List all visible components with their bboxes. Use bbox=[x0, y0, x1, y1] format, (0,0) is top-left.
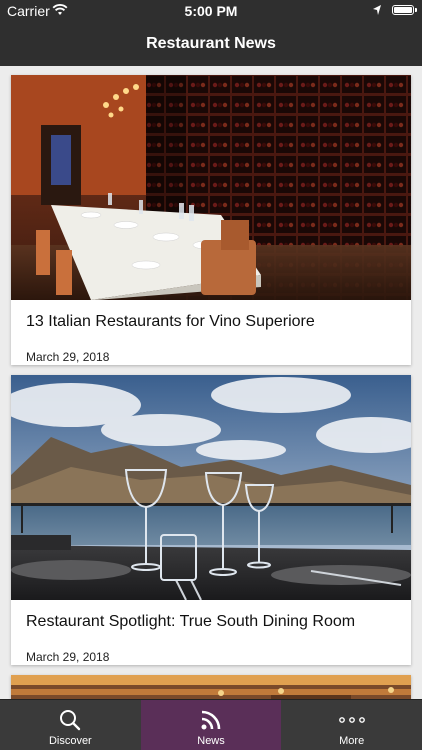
tab-news[interactable]: News bbox=[140, 700, 282, 750]
article-photo bbox=[11, 675, 411, 699]
more-dots-icon bbox=[337, 708, 367, 737]
tab-label: More bbox=[339, 735, 365, 747]
page-title: Restaurant News bbox=[146, 35, 276, 52]
article-photo bbox=[11, 375, 411, 600]
news-feed[interactable]: 13 Italian Restaurants for Vino Superior… bbox=[0, 66, 422, 699]
article-card[interactable]: 13 Italian Restaurants for Vino Superior… bbox=[11, 75, 411, 365]
battery-icon bbox=[392, 5, 417, 15]
tab-bar: Discover News More bbox=[0, 699, 422, 750]
rss-icon bbox=[199, 708, 223, 737]
search-icon bbox=[58, 708, 82, 737]
tab-discover[interactable]: Discover bbox=[0, 700, 141, 750]
location-arrow-icon bbox=[372, 3, 382, 19]
article-title[interactable]: 13 Italian Restaurants for Vino Superior… bbox=[26, 313, 401, 331]
navigation-bar: Restaurant News bbox=[0, 22, 422, 66]
tab-more[interactable]: More bbox=[281, 700, 422, 750]
article-date: March 29, 2018 bbox=[26, 350, 110, 364]
tab-label: Discover bbox=[48, 735, 92, 747]
article-card[interactable]: Restaurant Spotlight: True South Dining … bbox=[11, 375, 411, 665]
article-title[interactable]: Restaurant Spotlight: True South Dining … bbox=[26, 613, 401, 631]
article-card[interactable] bbox=[11, 675, 411, 699]
status-bar: Carrier 5:00 PM bbox=[0, 0, 422, 22]
article-photo bbox=[11, 75, 411, 300]
tab-label: News bbox=[197, 735, 225, 747]
article-date: March 29, 2018 bbox=[26, 650, 110, 664]
clock: 5:00 PM bbox=[184, 3, 238, 19]
